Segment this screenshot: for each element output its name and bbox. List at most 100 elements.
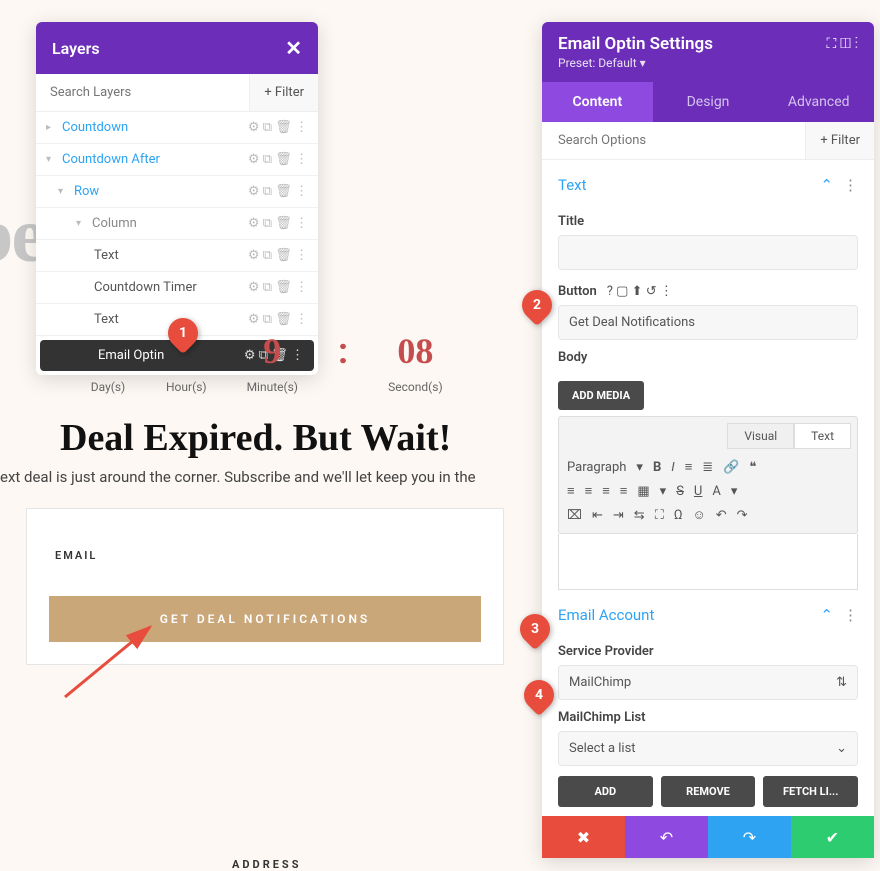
layer-item[interactable]: ▾ Countdown After⚙ ⧉ 🗑 ⋮ [36,144,318,176]
add-media-button[interactable]: ADD MEDIA [558,381,644,410]
fetch-button[interactable]: FETCH LI... [763,776,858,807]
close-icon[interactable]: ✕ [285,36,302,60]
list-buttons: ADD REMOVE FETCH LI... [558,776,858,807]
section-title: Text [558,176,587,194]
settings-search-input[interactable] [542,122,805,159]
layer-actions[interactable]: ⚙ ⧉ 🗑 ⋮ [248,280,308,295]
layer-item[interactable]: Text⚙ ⧉ 🗑 ⋮ [36,240,318,272]
tab-design[interactable]: Design [653,82,764,122]
settings-tabs: Content Design Advanced [542,82,874,122]
kebab-icon[interactable]: ⋮ [843,176,858,194]
indent-in-icon[interactable]: ⇥ [613,508,624,523]
chevron-up-icon[interactable]: ⌃ [820,176,833,194]
layer-actions[interactable]: ⚙ ⧉ 🗑 ⋮ [248,312,308,327]
body-label: Body [558,350,858,365]
countdown-label: Day(s) [90,380,126,394]
layer-actions[interactable]: ⚙ ⧉ 🗑 ⋮ [248,216,308,231]
layer-actions[interactable]: ⚙ ⧉ 🗑 ⋮ [248,152,308,167]
caret-icon: ▾ [76,218,88,229]
button-label: Button [558,284,597,299]
settings-search-row: + Filter [542,122,874,160]
align-right-icon[interactable]: ≡ [602,483,610,499]
text-color-icon[interactable]: A [712,484,720,499]
caret-icon: ▾ [46,154,58,165]
caret-icon: ▸ [46,122,58,133]
clear-icon[interactable]: ⌧ [567,508,582,523]
tab-advanced[interactable]: Advanced [763,82,874,122]
layer-item[interactable]: ▾Row⚙ ⧉ 🗑 ⋮ [36,176,318,208]
settings-filter-button[interactable]: + Filter [805,122,874,159]
link-icon[interactable]: 🔗 [723,460,739,475]
chevron-down-icon: ⌄ [836,741,847,756]
bold-icon[interactable]: B [653,460,661,475]
indent-out-icon[interactable]: ⇤ [592,508,603,523]
settings-header-icons[interactable]: ⛶ ◫ ⋮ [827,36,858,52]
outdent-icon[interactable]: ⇆ [634,508,645,523]
undo-icon[interactable]: ↶ [716,508,727,523]
layer-actions[interactable]: ⚙ ⧉ 🗑 ⋮ [248,248,308,263]
align-center-icon[interactable]: ≡ [585,483,593,499]
countdown-digit: 9 [247,330,298,372]
provider-select[interactable]: MailChimp⇅ [558,665,858,700]
provider-value: MailChimp [569,675,631,690]
table-icon[interactable]: ▦ [637,484,649,499]
emoji-icon[interactable]: ☺ [692,507,705,523]
preset-selector[interactable]: Preset: Default ▾ [558,56,858,70]
footer-actions: ✖ ↶ ↷ ✔ [542,816,874,858]
layer-actions[interactable]: ⚙ ⧉ 🗑 ⋮ [248,184,308,199]
layer-item[interactable]: ▸ Countdown⚙ ⧉ 🗑 ⋮ [36,112,318,144]
layers-filter-button[interactable]: + Filter [249,74,318,111]
quote-icon[interactable]: ❝ [749,460,756,475]
button-value-field[interactable]: Get Deal Notifications [558,305,858,340]
kebab-icon[interactable]: ⋮ [843,606,858,624]
list-select[interactable]: Select a list⌄ [558,731,858,766]
paragraph-selector[interactable]: Paragraph [567,460,626,475]
remove-button[interactable]: REMOVE [661,776,756,807]
italic-icon[interactable]: I [671,460,674,475]
section-title: Email Account [558,606,654,624]
editor-tab-visual[interactable]: Visual [727,423,794,449]
fullscreen-icon[interactable]: ⛶ [655,508,664,523]
cancel-button[interactable]: ✖ [542,816,625,858]
countdown-timer: 00Day(s) 00Hour(s) 9Minute(s) : 08Second… [90,330,443,394]
get-deal-notifications-button[interactable]: GET DEAL NOTIFICATIONS [49,596,481,642]
undo-button[interactable]: ↶ [625,816,708,858]
layer-label: Countdown [62,120,248,135]
redo-icon[interactable]: ↷ [737,508,748,523]
layers-search-row: + Filter [36,74,318,112]
button-option-icons[interactable]: ? ▢ ⬆ ↺ ⋮ [607,284,673,299]
chevron-up-icon[interactable]: ⌃ [820,606,833,624]
layers-search-input[interactable] [36,74,249,111]
align-justify-icon[interactable]: ≡ [620,483,628,499]
layers-title: Layers [52,39,100,58]
layer-item[interactable]: Countdown Timer⚙ ⧉ 🗑 ⋮ [36,272,318,304]
countdown-digit: 08 [388,330,443,372]
save-button[interactable]: ✔ [791,816,874,858]
redo-button[interactable]: ↷ [708,816,791,858]
settings-panel: Email Optin Settings ⛶ ◫ ⋮ Preset: Defau… [542,22,874,858]
editor-tab-text[interactable]: Text [794,423,851,449]
underline-icon[interactable]: U [694,484,702,499]
add-button[interactable]: ADD [558,776,653,807]
layers-header: Layers ✕ [36,22,318,74]
layer-label: Countdown After [62,152,248,167]
strike-icon[interactable]: S [676,484,684,499]
section-text[interactable]: Text ⌃ ⋮ [558,160,858,204]
align-left-icon[interactable]: ≡ [567,483,575,499]
address-label: ADDRESS [232,858,301,871]
number-list-icon[interactable]: ≣ [702,460,713,475]
section-email-account[interactable]: Email Account ⌃ ⋮ [558,590,858,634]
tab-content[interactable]: Content [542,82,653,122]
omega-icon[interactable]: Ω [674,508,683,523]
caret-icon: ▾ [58,186,70,197]
bullet-list-icon[interactable]: ≡ [685,459,693,475]
settings-title: Email Optin Settings [558,34,713,54]
title-label: Title [558,214,858,229]
title-input[interactable] [558,235,858,270]
layer-item[interactable]: ▾Column⚙ ⧉ 🗑 ⋮ [36,208,318,240]
layer-label: Text [94,248,248,263]
layer-actions[interactable]: ⚙ ⧉ 🗑 ⋮ [248,120,308,135]
countdown-label: Second(s) [388,380,443,394]
countdown-label: Hour(s) [166,380,207,394]
editor-textarea[interactable] [558,534,858,590]
